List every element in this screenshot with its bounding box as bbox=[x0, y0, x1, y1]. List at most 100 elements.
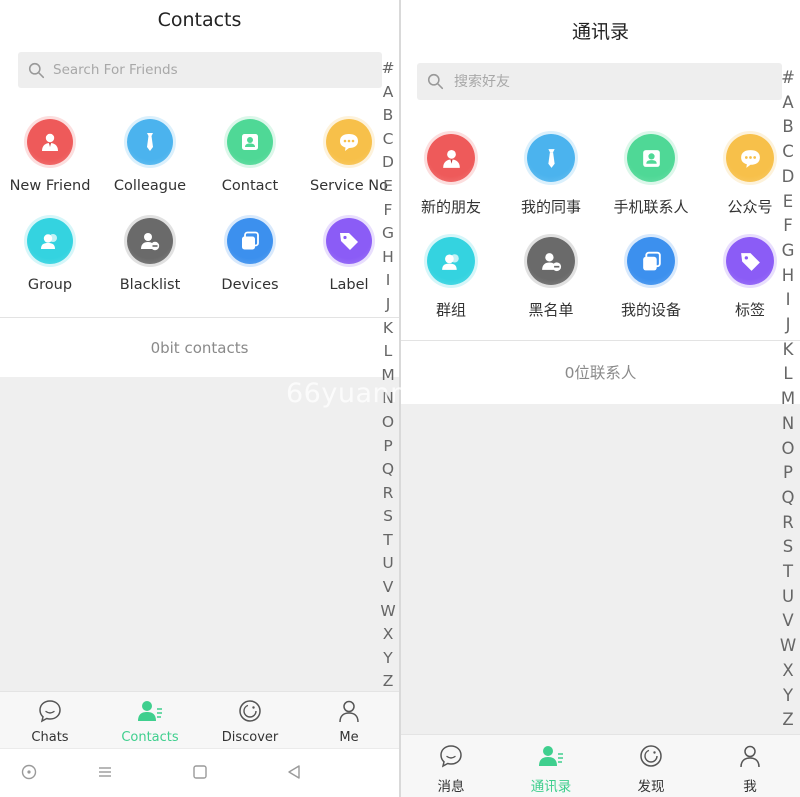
discover-icon bbox=[200, 698, 300, 728]
index-letter[interactable]: U bbox=[778, 585, 798, 610]
index-letter[interactable]: L bbox=[778, 362, 798, 387]
chat-bubble-icon bbox=[401, 743, 501, 773]
tab-me[interactable]: Me bbox=[299, 692, 399, 750]
index-letter[interactable]: H bbox=[778, 264, 798, 289]
grid-item-contact[interactable]: Contact bbox=[200, 119, 300, 200]
index-letter[interactable]: K bbox=[778, 338, 798, 363]
index-letter[interactable]: C bbox=[778, 140, 798, 165]
index-letter[interactable]: N bbox=[778, 412, 798, 437]
index-letter[interactable]: J bbox=[378, 293, 398, 317]
search-field[interactable] bbox=[417, 63, 782, 100]
grid-item-new-friend[interactable]: New Friend bbox=[0, 119, 100, 200]
index-letter[interactable]: D bbox=[378, 151, 398, 175]
service-icon bbox=[726, 134, 774, 182]
alphabet-index-bar[interactable]: # A B C D E F G H I J K L M N O P Q R S T U V W X Y Z bbox=[378, 57, 398, 694]
search-input[interactable] bbox=[454, 73, 782, 90]
tab-label: 发现 bbox=[637, 779, 665, 795]
menu-button-icon[interactable] bbox=[97, 764, 113, 780]
grid-item-blacklist[interactable]: Blacklist bbox=[100, 218, 200, 299]
tab-contacts[interactable]: 通讯录 bbox=[501, 735, 601, 797]
tab-contacts[interactable]: Contacts bbox=[100, 692, 200, 750]
index-letter[interactable]: T bbox=[778, 560, 798, 585]
index-letter[interactable]: M bbox=[778, 387, 798, 412]
index-letter[interactable]: H bbox=[378, 246, 398, 270]
grid-item-colleague[interactable]: Colleague bbox=[100, 119, 200, 200]
index-letter[interactable]: # bbox=[378, 57, 398, 81]
grid-item-colleague[interactable]: 我的同事 bbox=[501, 134, 601, 218]
grid-item-blacklist[interactable]: 黑名单 bbox=[501, 237, 601, 321]
index-letter[interactable]: M bbox=[378, 364, 398, 388]
index-letter[interactable]: P bbox=[778, 461, 798, 486]
index-letter[interactable]: R bbox=[778, 511, 798, 536]
index-letter[interactable]: S bbox=[778, 535, 798, 560]
alphabet-index-bar[interactable]: # A B C D E F G H I J K L M N O P Q R S T U V W X Y Z bbox=[778, 66, 798, 733]
index-letter[interactable]: O bbox=[778, 437, 798, 462]
index-letter[interactable]: W bbox=[778, 634, 798, 659]
index-letter[interactable]: Z bbox=[778, 708, 798, 733]
index-letter[interactable]: T bbox=[378, 529, 398, 553]
index-letter[interactable]: G bbox=[378, 222, 398, 246]
index-letter[interactable]: R bbox=[378, 482, 398, 506]
grid-item-group[interactable]: Group bbox=[0, 218, 100, 299]
tab-label: 我 bbox=[743, 779, 757, 795]
index-letter[interactable]: V bbox=[778, 609, 798, 634]
grid-item-new-friend[interactable]: 新的朋友 bbox=[401, 134, 501, 218]
back-triangle-icon[interactable] bbox=[286, 764, 302, 780]
index-letter[interactable]: G bbox=[778, 239, 798, 264]
index-letter[interactable]: I bbox=[778, 288, 798, 313]
index-letter[interactable]: A bbox=[378, 81, 398, 105]
tab-label: Me bbox=[339, 730, 359, 745]
index-letter[interactable]: B bbox=[378, 104, 398, 128]
index-letter[interactable]: X bbox=[378, 623, 398, 647]
tab-discover[interactable]: Discover bbox=[200, 692, 300, 750]
index-letter[interactable]: X bbox=[778, 659, 798, 684]
tab-label: Chats bbox=[31, 730, 69, 745]
contact-count: 0bit contacts bbox=[0, 317, 399, 377]
index-letter[interactable]: N bbox=[378, 387, 398, 411]
index-letter[interactable]: F bbox=[778, 214, 798, 239]
index-letter[interactable]: Q bbox=[378, 458, 398, 482]
blacklist-icon bbox=[527, 237, 575, 285]
tab-chats[interactable]: Chats bbox=[0, 692, 100, 750]
index-letter[interactable]: W bbox=[378, 600, 398, 624]
contacts-icon bbox=[100, 698, 200, 728]
index-letter[interactable]: E bbox=[378, 175, 398, 199]
search-input[interactable] bbox=[53, 62, 382, 78]
stage: Contacts New FriendColleagueContactServi… bbox=[0, 0, 800, 797]
index-letter[interactable]: C bbox=[378, 128, 398, 152]
contacts-icon bbox=[501, 743, 601, 773]
person-icon bbox=[700, 743, 800, 773]
grid-item-devices[interactable]: 我的设备 bbox=[601, 237, 701, 321]
index-letter[interactable]: P bbox=[378, 435, 398, 459]
index-letter[interactable]: E bbox=[778, 190, 798, 215]
tab-label: 消息 bbox=[437, 779, 465, 795]
index-letter[interactable]: F bbox=[378, 199, 398, 223]
index-letter[interactable]: O bbox=[378, 411, 398, 435]
grid-item-contact[interactable]: 手机联系人 bbox=[601, 134, 701, 218]
index-letter[interactable]: U bbox=[378, 552, 398, 576]
tab-discover[interactable]: 发现 bbox=[601, 735, 701, 797]
index-letter[interactable]: B bbox=[778, 115, 798, 140]
index-letter[interactable]: Y bbox=[778, 684, 798, 709]
index-letter[interactable]: # bbox=[778, 66, 798, 91]
index-letter[interactable]: S bbox=[378, 505, 398, 529]
search-field[interactable] bbox=[18, 52, 382, 88]
home-square-icon[interactable] bbox=[192, 764, 208, 780]
index-letter[interactable]: Q bbox=[778, 486, 798, 511]
index-letter[interactable]: V bbox=[378, 576, 398, 600]
tab-label: Contacts bbox=[121, 730, 179, 745]
index-letter[interactable]: I bbox=[378, 269, 398, 293]
index-letter[interactable]: J bbox=[778, 313, 798, 338]
index-letter[interactable]: A bbox=[778, 91, 798, 116]
bottom-tab-bar: Chats Contacts Discover Me bbox=[0, 691, 399, 749]
tab-me[interactable]: 我 bbox=[700, 735, 800, 797]
tab-chats[interactable]: 消息 bbox=[401, 735, 501, 797]
index-letter[interactable]: Y bbox=[378, 647, 398, 671]
grid-item-devices[interactable]: Devices bbox=[200, 218, 300, 299]
index-letter[interactable]: K bbox=[378, 317, 398, 341]
tab-label: Discover bbox=[221, 730, 279, 745]
index-letter[interactable]: D bbox=[778, 165, 798, 190]
circle-button-icon[interactable] bbox=[21, 764, 37, 780]
grid-item-group[interactable]: 群组 bbox=[401, 237, 501, 321]
index-letter[interactable]: L bbox=[378, 340, 398, 364]
